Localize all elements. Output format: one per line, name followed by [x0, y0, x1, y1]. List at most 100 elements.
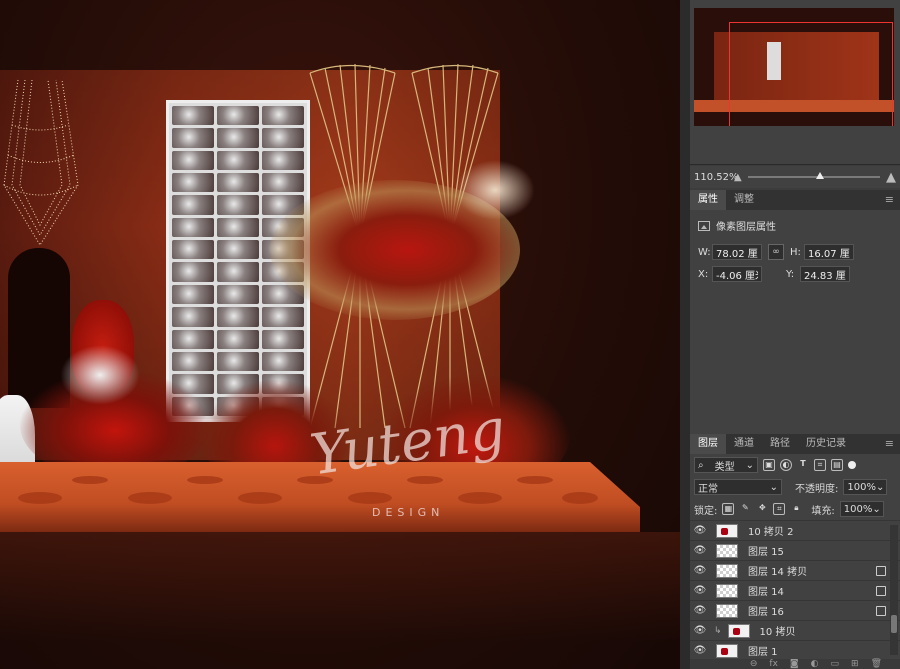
pampas-grass-top [455, 160, 535, 220]
layer-row[interactable]: 👁︎ 图层 14 拷贝 [690, 560, 900, 580]
layers-scrollbar-thumb[interactable] [891, 615, 897, 633]
tab-history[interactable]: 历史记录 [798, 434, 854, 454]
filter-shape-icon[interactable]: ⌗ [814, 459, 826, 471]
link-proportions-icon[interactable]: ∞ [768, 244, 784, 260]
layer-name[interactable]: 图层 14 [748, 583, 876, 598]
layer-thumbnail[interactable] [716, 643, 738, 658]
h-label: H: [790, 246, 801, 258]
properties-tabs: 属性 调整 ≡ [690, 190, 900, 210]
fill-field[interactable]: 100% ⌄ [839, 501, 884, 517]
layer-thumbnail[interactable] [716, 543, 738, 558]
panel-menu-icon[interactable]: ≡ [879, 190, 900, 210]
document-canvas[interactable]: Yuteng DESIGN [0, 0, 680, 669]
adjustment-layer-icon[interactable]: ◐ [811, 659, 819, 669]
new-layer-icon[interactable]: ⊞ [851, 659, 859, 669]
layer-name[interactable]: 图层 14 拷贝 [748, 563, 876, 578]
y-field[interactable] [800, 266, 850, 282]
opacity-value: 100% [847, 481, 876, 493]
trash-icon[interactable]: 🗑︎ [871, 659, 882, 669]
filter-smart-object-icon[interactable]: ▤ [831, 459, 843, 471]
eye-icon[interactable]: 👁︎ [690, 565, 710, 576]
filter-pixel-icon[interactable]: ▣ [763, 459, 775, 471]
lock-artboard-icon[interactable]: ⌗ [773, 503, 786, 515]
layer-name[interactable]: 10 拷贝 2 [748, 523, 900, 538]
layer-row[interactable]: 👁︎ 图层 14 [690, 580, 900, 600]
watermark-logo: Yuteng DESIGN [300, 390, 510, 520]
search-icon: ⌕ [698, 459, 704, 471]
tab-channels[interactable]: 通道 [726, 434, 762, 454]
floor-reflection [0, 532, 680, 669]
panel-collapse-strip[interactable] [680, 0, 690, 669]
lock-position-icon[interactable]: ✥ [756, 503, 768, 515]
eye-icon[interactable]: 👁︎ [690, 605, 710, 616]
width-field[interactable] [712, 244, 762, 260]
lock-all-icon[interactable]: 🔒︎ [790, 503, 802, 515]
layer-row[interactable]: 👁︎ 图层 1 [690, 640, 900, 660]
x-field[interactable] [712, 266, 762, 282]
layer-name[interactable]: 图层 1 [748, 643, 900, 658]
zoom-in-icon[interactable]: ▲ [886, 170, 896, 185]
layer-name[interactable]: 图层 15 [748, 543, 900, 558]
layer-thumbnail[interactable] [716, 563, 738, 578]
lock-transparency-icon[interactable]: ▦ [722, 503, 735, 515]
layers-panel: ⌕ 类型 ⌄ ▣ ◐ T ⌗ ▤ 正常 ⌄ 不透明度: 100% ⌄ 锁定: ▦… [690, 454, 900, 669]
layers-menu-icon[interactable]: ≡ [879, 434, 900, 454]
layers-footer-toolbar: ⊖ fx ◙ ◐ ▭ ⊞ 🗑︎ [690, 659, 900, 669]
smart-object-icon [876, 565, 886, 576]
eye-icon[interactable]: 👁︎ [690, 625, 710, 636]
eye-icon[interactable]: 👁︎ [690, 645, 710, 656]
zoom-value[interactable]: 110.52% [694, 172, 739, 183]
layer-list: 👁︎ 10 拷贝 2 👁︎ 图层 15 👁︎ 图层 14 拷贝 👁︎ 图层 14 👁︎ 图层 16… [690, 520, 900, 660]
tab-adjustments[interactable]: 调整 [726, 190, 762, 210]
opacity-field[interactable]: 100% ⌄ [843, 479, 888, 495]
layer-thumbnail[interactable] [727, 623, 750, 638]
opacity-label: 不透明度: [795, 483, 839, 495]
tab-layers[interactable]: 图层 [690, 434, 726, 454]
lock-label: 锁定: [694, 505, 718, 517]
zoom-out-icon[interactable]: ▲ [734, 172, 742, 183]
x-label: X: [698, 268, 709, 280]
y-label: Y: [786, 268, 795, 280]
chevron-down-icon: ⌄ [875, 481, 885, 493]
watermark-sub: DESIGN [372, 506, 445, 519]
eye-icon[interactable]: 👁︎ [690, 545, 710, 556]
eye-icon[interactable]: 👁︎ [690, 585, 710, 596]
layer-row[interactable]: 👁︎ 10 拷贝 2 [690, 520, 900, 540]
link-layers-icon[interactable]: ⊖ [750, 659, 758, 669]
properties-panel: 像素图层属性 W: ∞ H: X: Y: [690, 210, 900, 435]
height-field[interactable] [804, 244, 854, 260]
layer-filter-select[interactable]: ⌕ 类型 ⌄ [694, 457, 758, 473]
layer-thumbnail[interactable] [716, 603, 738, 618]
w-label: W: [698, 246, 711, 258]
crystal-chandelier [3, 79, 79, 246]
navigator-view-box[interactable] [729, 22, 893, 126]
layer-row[interactable]: 👁︎ 图层 16 [690, 600, 900, 620]
eye-icon[interactable]: 👁︎ [690, 525, 710, 536]
watermark-script: Yuteng [306, 396, 510, 489]
tab-properties[interactable]: 属性 [690, 190, 726, 210]
layer-row[interactable]: 👁︎ ↳ 10 拷贝 [690, 620, 900, 640]
filter-adjustment-icon[interactable]: ◐ [780, 459, 792, 471]
navigator-thumbnail[interactable] [694, 8, 894, 126]
layer-thumbnail[interactable] [716, 523, 738, 538]
smart-object-icon [876, 605, 886, 616]
zoom-slider-knob[interactable] [816, 172, 825, 179]
add-mask-icon[interactable]: ◙ [790, 659, 799, 669]
lock-image-icon[interactable]: ✎ [739, 503, 751, 515]
filter-type-icon[interactable]: T [797, 459, 809, 471]
blend-mode-select[interactable]: 正常 ⌄ [694, 479, 782, 495]
layer-name[interactable]: 10 拷贝 [760, 623, 900, 638]
zoom-slider[interactable] [747, 172, 880, 179]
navigator-zoom-row: 110.52% ▲ ▲ [690, 166, 900, 188]
layers-scrollbar[interactable] [890, 525, 898, 655]
layer-row[interactable]: 👁︎ 图层 15 [690, 540, 900, 560]
filter-kind-label: 类型 [714, 461, 735, 473]
new-group-icon[interactable]: ▭ [831, 659, 840, 669]
tab-paths[interactable]: 路径 [762, 434, 798, 454]
layer-thumbnail[interactable] [716, 583, 738, 598]
layer-name[interactable]: 图层 16 [748, 603, 876, 618]
fx-icon[interactable]: fx [769, 659, 778, 669]
blend-mode-value: 正常 [698, 483, 718, 495]
chevron-down-icon: ⌄ [769, 481, 778, 493]
filter-toggle-icon[interactable] [848, 461, 856, 469]
